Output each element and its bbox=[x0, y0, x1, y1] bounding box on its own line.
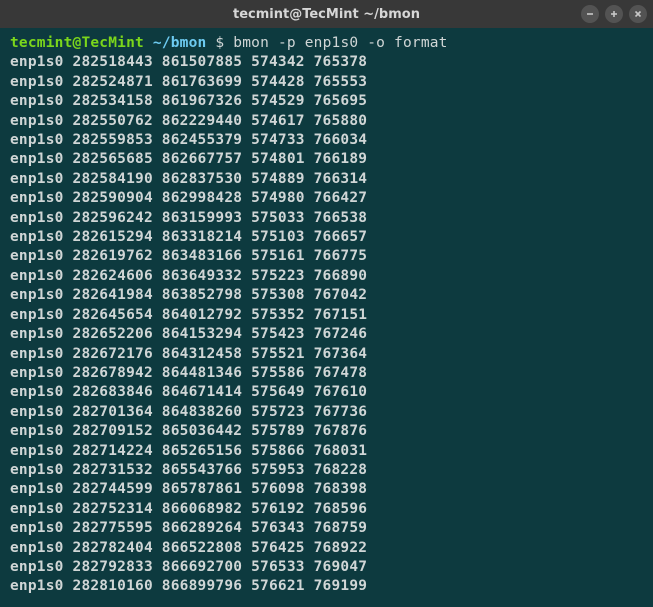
output-row: enp1s0 282709152 865036442 575789 767876 bbox=[10, 423, 367, 439]
output-row: enp1s0 282624606 863649332 575223 766890 bbox=[10, 268, 367, 284]
output-row: enp1s0 282645654 864012792 575352 767151 bbox=[10, 307, 367, 323]
terminal-window: tecmint@TecMint ~/bmon tecmint@TecMint ~… bbox=[0, 0, 653, 607]
output-row: enp1s0 282792833 866692700 576533 769047 bbox=[10, 559, 367, 575]
prompt-command: bmon -p enp1s0 -o format bbox=[233, 35, 447, 51]
terminal-output: enp1s0 282518443 861507885 574342 765378… bbox=[10, 53, 643, 596]
prompt-path: ~/bmon bbox=[153, 35, 207, 51]
output-row: enp1s0 282590904 862998428 574980 766427 bbox=[10, 190, 367, 206]
terminal-body[interactable]: tecmint@TecMint ~/bmon $ bmon -p enp1s0 … bbox=[0, 28, 653, 607]
output-row: enp1s0 282652206 864153294 575423 767246 bbox=[10, 326, 367, 342]
output-row: enp1s0 282559853 862455379 574733 766034 bbox=[10, 132, 367, 148]
output-row: enp1s0 282534158 861967326 574529 765695 bbox=[10, 93, 367, 109]
output-row: enp1s0 282518443 861507885 574342 765378 bbox=[10, 54, 367, 70]
minimize-button[interactable] bbox=[581, 5, 599, 23]
output-row: enp1s0 282550762 862229440 574617 765880 bbox=[10, 113, 367, 129]
output-row: enp1s0 282678942 864481346 575586 767478 bbox=[10, 365, 367, 381]
output-row: enp1s0 282744599 865787861 576098 768398 bbox=[10, 481, 367, 497]
output-row: enp1s0 282782404 866522808 576425 768922 bbox=[10, 540, 367, 556]
output-row: enp1s0 282683846 864671414 575649 767610 bbox=[10, 384, 367, 400]
close-icon bbox=[633, 9, 643, 19]
prompt-dollar: $ bbox=[215, 35, 224, 51]
titlebar: tecmint@TecMint ~/bmon bbox=[0, 0, 653, 28]
maximize-button[interactable] bbox=[605, 5, 623, 23]
output-row: enp1s0 282775595 866289264 576343 768759 bbox=[10, 520, 367, 536]
output-row: enp1s0 282641984 863852798 575308 767042 bbox=[10, 287, 367, 303]
window-controls bbox=[581, 5, 647, 23]
output-row: enp1s0 282584190 862837530 574889 766314 bbox=[10, 171, 367, 187]
output-row: enp1s0 282810160 866899796 576621 769199 bbox=[10, 578, 367, 594]
prompt-user-host: tecmint@TecMint bbox=[10, 35, 144, 51]
output-row: enp1s0 282615294 863318214 575103 766657 bbox=[10, 229, 367, 245]
output-row: enp1s0 282714224 865265156 575866 768031 bbox=[10, 443, 367, 459]
output-row: enp1s0 282524871 861763699 574428 765553 bbox=[10, 74, 367, 90]
output-row: enp1s0 282752314 866068982 576192 768596 bbox=[10, 501, 367, 517]
minimize-icon bbox=[585, 9, 595, 19]
output-row: enp1s0 282731532 865543766 575953 768228 bbox=[10, 462, 367, 478]
close-button[interactable] bbox=[629, 5, 647, 23]
output-row: enp1s0 282596242 863159993 575033 766538 bbox=[10, 210, 367, 226]
output-row: enp1s0 282619762 863483166 575161 766775 bbox=[10, 248, 367, 264]
maximize-icon bbox=[609, 9, 619, 19]
output-row: enp1s0 282565685 862667757 574801 766189 bbox=[10, 151, 367, 167]
window-title: tecmint@TecMint ~/bmon bbox=[233, 7, 420, 22]
output-row: enp1s0 282672176 864312458 575521 767364 bbox=[10, 346, 367, 362]
output-row: enp1s0 282701364 864838260 575723 767736 bbox=[10, 404, 367, 420]
